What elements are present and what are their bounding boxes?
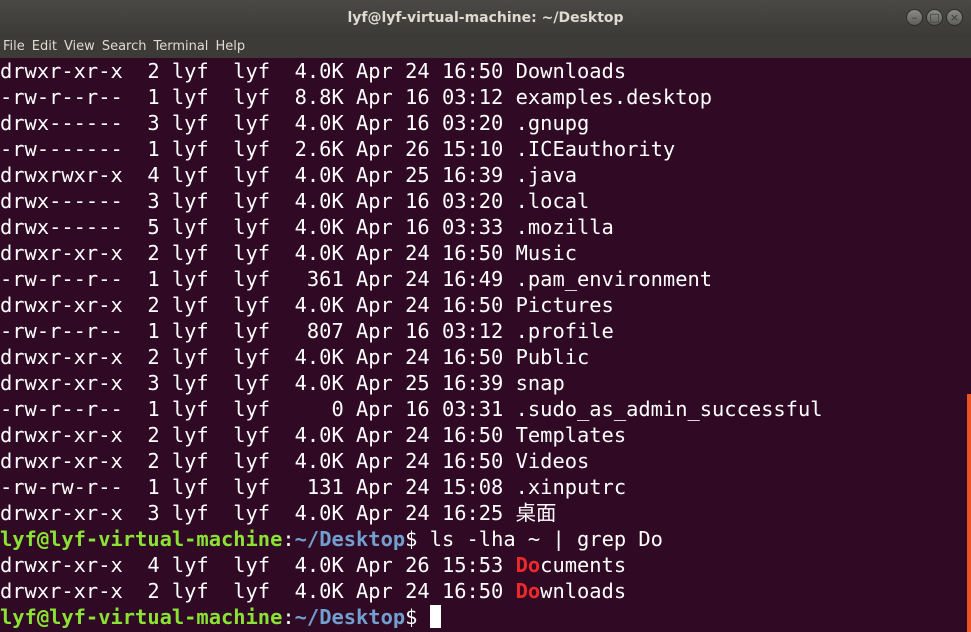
file-name: Music bbox=[515, 241, 577, 265]
menu-view[interactable]: View bbox=[61, 37, 99, 58]
grep-result-line: drwxr-xr-x 4 lyf lyf 4.0K Apr 26 15:53 D… bbox=[0, 552, 971, 578]
file-name: Downloads bbox=[515, 59, 627, 83]
file-name-rest: cuments bbox=[540, 553, 627, 577]
menu-help[interactable]: Help bbox=[212, 37, 249, 58]
file-name: Templates bbox=[515, 423, 627, 447]
file-name: .xinputrc bbox=[515, 475, 627, 499]
file-attributes: drwx------ 3 lyf lyf 4.0K Apr 16 03:20 bbox=[0, 189, 516, 213]
file-name: 桌面 bbox=[515, 501, 557, 525]
close-icon[interactable]: × bbox=[946, 9, 963, 26]
window-titlebar[interactable]: lyf@lyf-virtual-machine: ~/Desktop – □ × bbox=[0, 0, 971, 37]
file-attributes: drwxrwxr-x 4 lyf lyf 4.0K Apr 25 16:39 bbox=[0, 163, 516, 187]
listing-line: -rw------- 1 lyf lyf 2.6K Apr 26 15:10 .… bbox=[0, 136, 971, 162]
prompt-symbol: $ bbox=[405, 605, 418, 629]
file-attributes: -rw------- 1 lyf lyf 2.6K Apr 26 15:10 bbox=[0, 137, 516, 161]
menu-bar: File Edit View Search Terminal Help bbox=[0, 37, 971, 58]
window-title: lyf@lyf-virtual-machine: ~/Desktop bbox=[347, 10, 624, 26]
listing-line: drwxr-xr-x 2 lyf lyf 4.0K Apr 24 16:50 V… bbox=[0, 448, 971, 474]
prompt-path: ~/Desktop bbox=[294, 605, 406, 629]
listing-line: drwxr-xr-x 2 lyf lyf 4.0K Apr 24 16:50 P… bbox=[0, 292, 971, 318]
prompt-user-host: lyf@lyf-virtual-machine bbox=[0, 527, 283, 551]
maximize-icon[interactable]: □ bbox=[926, 9, 943, 26]
listing-line: drwxr-xr-x 2 lyf lyf 4.0K Apr 24 16:50 M… bbox=[0, 240, 971, 266]
file-attributes: -rw-r--r-- 1 lyf lyf 807 Apr 16 03:12 bbox=[0, 319, 516, 343]
listing-line: drwxrwxr-x 4 lyf lyf 4.0K Apr 25 16:39 .… bbox=[0, 162, 971, 188]
file-name: snap bbox=[515, 371, 565, 395]
terminal-cursor bbox=[429, 605, 441, 628]
terminal-scrollbar[interactable] bbox=[967, 394, 971, 632]
file-name: .gnupg bbox=[515, 111, 590, 135]
listing-line: drwxr-xr-x 2 lyf lyf 4.0K Apr 24 16:50 T… bbox=[0, 422, 971, 448]
menu-edit[interactable]: Edit bbox=[29, 37, 61, 58]
file-name: .profile bbox=[515, 319, 614, 343]
file-attributes: drwxr-xr-x 2 lyf lyf 4.0K Apr 24 16:50 bbox=[0, 449, 516, 473]
file-attributes: drwxr-xr-x 3 lyf lyf 4.0K Apr 25 16:39 bbox=[0, 371, 516, 395]
file-name: .ICEauthority bbox=[515, 137, 676, 161]
file-attributes: drwxr-xr-x 2 lyf lyf 4.0K Apr 24 16:50 bbox=[0, 293, 516, 317]
file-name: .mozilla bbox=[515, 215, 614, 239]
grep-match: Do bbox=[515, 579, 541, 603]
command-text: ls -lha ~ | grep Do bbox=[417, 527, 663, 551]
listing-line: drwx------ 5 lyf lyf 4.0K Apr 16 03:33 .… bbox=[0, 214, 971, 240]
prompt-symbol: $ bbox=[405, 527, 418, 551]
listing-line: drwx------ 3 lyf lyf 4.0K Apr 16 03:20 .… bbox=[0, 110, 971, 136]
listing-line: -rw-r--r-- 1 lyf lyf 8.8K Apr 16 03:12 e… bbox=[0, 84, 971, 110]
file-attributes: -rw-r--r-- 1 lyf lyf 361 Apr 24 16:49 bbox=[0, 267, 516, 291]
menu-search[interactable]: Search bbox=[99, 37, 151, 58]
terminal-output[interactable]: drwxr-xr-x 2 lyf lyf 4.0K Apr 24 16:50 D… bbox=[0, 58, 971, 632]
file-name: .sudo_as_admin_successful bbox=[515, 397, 823, 421]
listing-line: drwx------ 3 lyf lyf 4.0K Apr 16 03:20 .… bbox=[0, 188, 971, 214]
file-attributes: drwx------ 5 lyf lyf 4.0K Apr 16 03:33 bbox=[0, 215, 516, 239]
file-name: .java bbox=[515, 163, 577, 187]
listing-line: -rw-r--r-- 1 lyf lyf 0 Apr 16 03:31 .sud… bbox=[0, 396, 971, 422]
listing-line: drwxr-xr-x 2 lyf lyf 4.0K Apr 24 16:50 D… bbox=[0, 58, 971, 84]
file-attributes: drwxr-xr-x 4 lyf lyf 4.0K Apr 26 15:53 bbox=[0, 553, 516, 577]
file-name-rest: wnloads bbox=[540, 579, 627, 603]
command-line: lyf@lyf-virtual-machine:~/Desktop$ ls -l… bbox=[0, 526, 971, 552]
listing-line: -rw-rw-r-- 1 lyf lyf 131 Apr 24 15:08 .x… bbox=[0, 474, 971, 500]
file-attributes: -rw-rw-r-- 1 lyf lyf 131 Apr 24 15:08 bbox=[0, 475, 516, 499]
listing-line: drwxr-xr-x 2 lyf lyf 4.0K Apr 24 16:50 P… bbox=[0, 344, 971, 370]
prompt-colon: : bbox=[282, 605, 295, 629]
file-attributes: -rw-r--r-- 1 lyf lyf 0 Apr 16 03:31 bbox=[0, 397, 516, 421]
file-name: examples.desktop bbox=[515, 85, 713, 109]
listing-line: drwxr-xr-x 3 lyf lyf 4.0K Apr 25 16:39 s… bbox=[0, 370, 971, 396]
grep-match: Do bbox=[515, 553, 541, 577]
listing-line: -rw-r--r-- 1 lyf lyf 807 Apr 16 03:12 .p… bbox=[0, 318, 971, 344]
prompt-line: lyf@lyf-virtual-machine:~/Desktop$ bbox=[0, 604, 971, 630]
file-name: Pictures bbox=[515, 293, 614, 317]
prompt-path: ~/Desktop bbox=[294, 527, 406, 551]
window-controls: – □ × bbox=[906, 9, 963, 26]
menu-file[interactable]: File bbox=[0, 37, 29, 58]
file-name: .pam_environment bbox=[515, 267, 713, 291]
file-attributes: drwxr-xr-x 2 lyf lyf 4.0K Apr 24 16:50 bbox=[0, 59, 516, 83]
file-attributes: drwx------ 3 lyf lyf 4.0K Apr 16 03:20 bbox=[0, 111, 516, 135]
file-attributes: -rw-r--r-- 1 lyf lyf 8.8K Apr 16 03:12 bbox=[0, 85, 516, 109]
file-attributes: drwxr-xr-x 3 lyf lyf 4.0K Apr 24 16:25 bbox=[0, 501, 516, 525]
listing-line: -rw-r--r-- 1 lyf lyf 361 Apr 24 16:49 .p… bbox=[0, 266, 971, 292]
file-name: .local bbox=[515, 189, 590, 213]
grep-result-line: drwxr-xr-x 2 lyf lyf 4.0K Apr 24 16:50 D… bbox=[0, 578, 971, 604]
file-attributes: drwxr-xr-x 2 lyf lyf 4.0K Apr 24 16:50 bbox=[0, 579, 516, 603]
minimize-icon[interactable]: – bbox=[906, 9, 923, 26]
file-attributes: drwxr-xr-x 2 lyf lyf 4.0K Apr 24 16:50 bbox=[0, 241, 516, 265]
prompt-colon: : bbox=[282, 527, 295, 551]
listing-line: drwxr-xr-x 3 lyf lyf 4.0K Apr 24 16:25 桌… bbox=[0, 500, 971, 526]
file-attributes: drwxr-xr-x 2 lyf lyf 4.0K Apr 24 16:50 bbox=[0, 423, 516, 447]
file-name: Public bbox=[515, 345, 590, 369]
file-attributes: drwxr-xr-x 2 lyf lyf 4.0K Apr 24 16:50 bbox=[0, 345, 516, 369]
file-name: Videos bbox=[515, 449, 590, 473]
menu-terminal[interactable]: Terminal bbox=[150, 37, 212, 58]
prompt-user-host: lyf@lyf-virtual-machine bbox=[0, 605, 283, 629]
